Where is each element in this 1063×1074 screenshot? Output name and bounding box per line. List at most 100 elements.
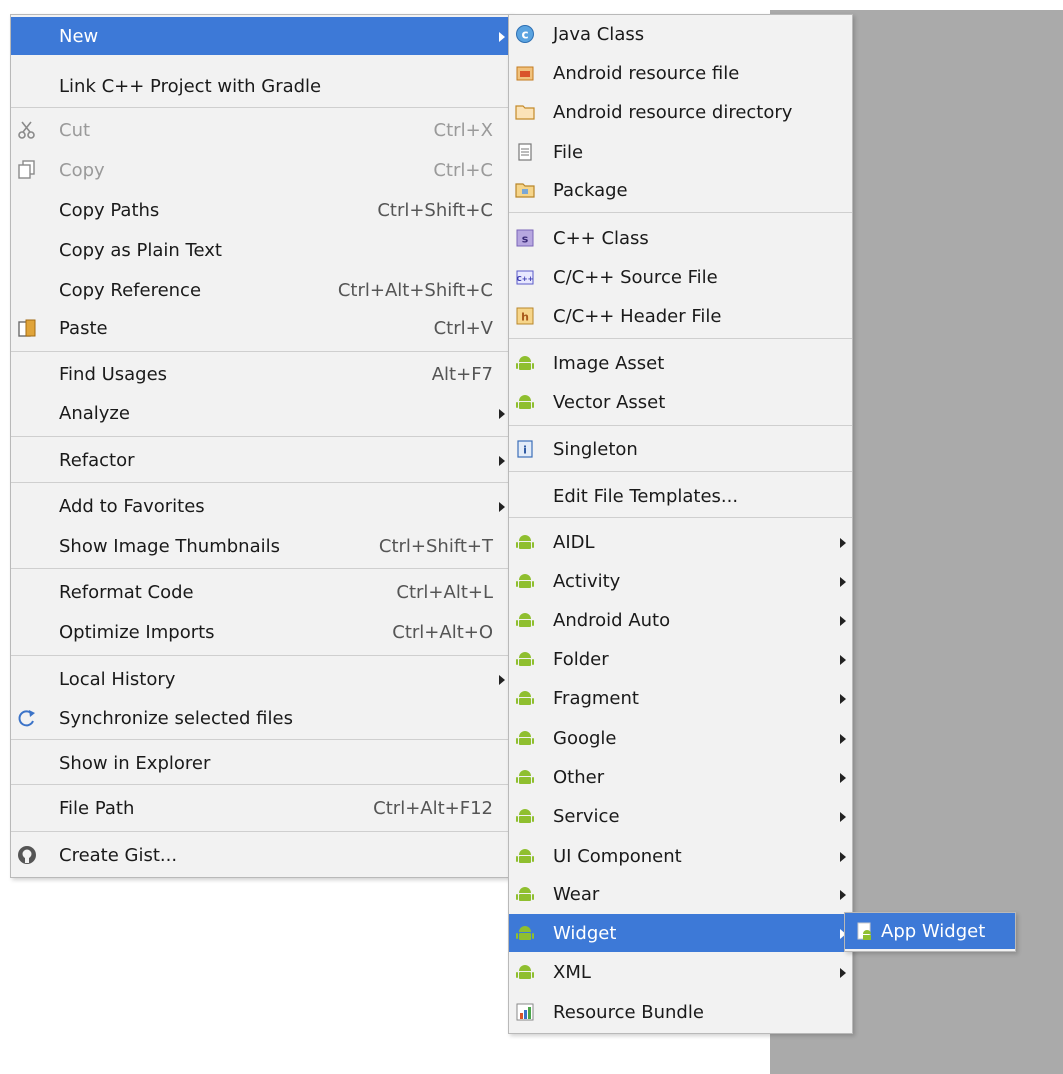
menu-item-shortcut: Ctrl+Alt+O (392, 621, 493, 643)
submenu-arrow-icon (840, 773, 846, 783)
menu-item-folder[interactable]: Folder (509, 640, 852, 678)
android-resource-file-icon (515, 63, 535, 83)
svg-text:h: h (521, 311, 529, 324)
submenu-arrow-icon (840, 734, 846, 744)
folder-icon (515, 102, 535, 122)
menu-item-package[interactable]: Package (509, 171, 852, 209)
submenu-arrow-icon (840, 852, 846, 862)
menu-item-reformat-code[interactable]: Reformat Code Ctrl+Alt+L (11, 573, 511, 611)
menu-item-copy[interactable]: Copy Ctrl+C (11, 151, 511, 189)
menu-item-image-asset[interactable]: Image Asset (509, 344, 852, 382)
menu-item-create-gist[interactable]: Create Gist... (11, 836, 511, 874)
menu-item-cpp-header-file[interactable]: h C/C++ Header File (509, 297, 852, 335)
menu-item-activity[interactable]: Activity (509, 562, 852, 600)
scissors-icon (17, 120, 37, 140)
menu-item-show-in-explorer[interactable]: Show in Explorer (11, 744, 511, 782)
menu-item-link-cpp-project[interactable]: Link C++ Project with Gradle (11, 67, 511, 105)
resource-bundle-icon (515, 1002, 535, 1022)
menu-item-analyze[interactable]: Analyze (11, 394, 511, 432)
submenu-arrow-icon (840, 968, 846, 978)
menu-item-google[interactable]: Google (509, 719, 852, 757)
menu-item-label: File (553, 141, 584, 163)
submenu-arrow-icon (840, 812, 846, 822)
menu-separator (11, 351, 511, 352)
menu-item-edit-file-templates[interactable]: Edit File Templates... (509, 477, 852, 515)
menu-item-label: Android resource directory (553, 101, 793, 123)
menu-item-resource-bundle[interactable]: Resource Bundle (509, 993, 852, 1031)
menu-item-singleton[interactable]: i Singleton (509, 430, 852, 468)
menu-item-label: XML (553, 961, 591, 983)
menu-item-shortcut: Ctrl+Shift+C (377, 199, 493, 221)
menu-item-cpp-source-file[interactable]: C++ C/C++ Source File (509, 258, 852, 296)
java-class-icon: c (515, 24, 535, 44)
menu-item-android-auto[interactable]: Android Auto (509, 601, 852, 639)
android-icon (515, 392, 535, 412)
menu-item-copy-reference[interactable]: Copy Reference Ctrl+Alt+Shift+C (11, 271, 511, 309)
menu-item-synchronize[interactable]: Synchronize selected files (11, 699, 511, 737)
svg-text:c: c (521, 28, 528, 42)
submenu-arrow-icon (499, 502, 505, 512)
menu-item-copy-paths[interactable]: Copy Paths Ctrl+Shift+C (11, 191, 511, 229)
menu-item-java-class[interactable]: c Java Class (509, 15, 852, 53)
menu-separator (509, 517, 852, 518)
android-icon (515, 806, 535, 826)
menu-separator (11, 436, 511, 437)
menu-item-android-resource-directory[interactable]: Android resource directory (509, 93, 852, 131)
menu-item-shortcut: Ctrl+Shift+T (378, 535, 493, 557)
menu-item-xml[interactable]: XML (509, 953, 852, 991)
menu-item-paste[interactable]: Paste Ctrl+V (11, 309, 511, 347)
submenu-arrow-icon (840, 890, 846, 900)
menu-item-shortcut: Ctrl+Alt+F12 (373, 797, 493, 819)
menu-item-shortcut: Alt+F7 (431, 363, 493, 385)
github-icon (17, 845, 37, 865)
widget-submenu: App Widget (844, 912, 1016, 952)
menu-separator (11, 107, 511, 108)
menu-item-label: Android Auto (553, 609, 671, 631)
menu-item-vector-asset[interactable]: Vector Asset (509, 383, 852, 421)
menu-item-android-resource-file[interactable]: Android resource file (509, 54, 852, 92)
menu-item-other[interactable]: Other (509, 758, 852, 796)
menu-item-service[interactable]: Service (509, 797, 852, 835)
menu-item-label: C/C++ Header File (553, 305, 722, 327)
menu-item-app-widget[interactable]: App Widget (845, 913, 1015, 949)
submenu-arrow-icon (499, 409, 505, 419)
android-icon (515, 688, 535, 708)
menu-item-ui-component[interactable]: UI Component (509, 837, 852, 875)
menu-item-label: Copy as Plain Text (59, 239, 222, 261)
menu-item-fragment[interactable]: Fragment (509, 679, 852, 717)
menu-item-show-image-thumbnails[interactable]: Show Image Thumbnails Ctrl+Shift+T (11, 527, 511, 565)
menu-item-optimize-imports[interactable]: Optimize Imports Ctrl+Alt+O (11, 613, 511, 651)
menu-item-widget[interactable]: Widget (509, 914, 852, 952)
menu-item-cut[interactable]: Cut Ctrl+X (11, 111, 511, 149)
menu-item-aidl[interactable]: AIDL (509, 523, 852, 561)
menu-item-label: C/C++ Source File (553, 266, 718, 288)
svg-text:s: s (522, 233, 529, 246)
menu-item-wear[interactable]: Wear (509, 875, 852, 913)
menu-item-label: Copy (59, 159, 105, 181)
menu-item-find-usages[interactable]: Find Usages Alt+F7 (11, 355, 511, 393)
android-icon (515, 884, 535, 904)
svg-text:C++: C++ (517, 275, 534, 283)
new-submenu: c Java Class Android resource file Andro… (508, 14, 853, 1034)
menu-item-label: C++ Class (553, 227, 649, 249)
menu-item-local-history[interactable]: Local History (11, 660, 511, 698)
svg-text:i: i (523, 444, 527, 457)
menu-item-label: Reformat Code (59, 581, 194, 603)
menu-item-label: Optimize Imports (59, 621, 215, 643)
menu-item-cpp-class[interactable]: s C++ Class (509, 219, 852, 257)
menu-item-label: Cut (59, 119, 91, 141)
menu-item-label: Copy Paths (59, 199, 160, 221)
menu-separator (509, 425, 852, 426)
cpp-class-icon: s (515, 228, 535, 248)
cpp-header-icon: h (515, 306, 535, 326)
menu-item-new[interactable]: New (11, 17, 511, 55)
menu-item-refactor[interactable]: Refactor (11, 441, 511, 479)
menu-item-label: Show in Explorer (59, 752, 211, 774)
menu-item-file-path[interactable]: File Path Ctrl+Alt+F12 (11, 789, 511, 827)
submenu-arrow-icon (840, 577, 846, 587)
menu-item-file[interactable]: File (509, 133, 852, 171)
menu-separator (509, 338, 852, 339)
menu-item-copy-plain-text[interactable]: Copy as Plain Text (11, 231, 511, 269)
menu-item-add-to-favorites[interactable]: Add to Favorites (11, 487, 511, 525)
menu-item-label: Edit File Templates... (553, 485, 739, 507)
